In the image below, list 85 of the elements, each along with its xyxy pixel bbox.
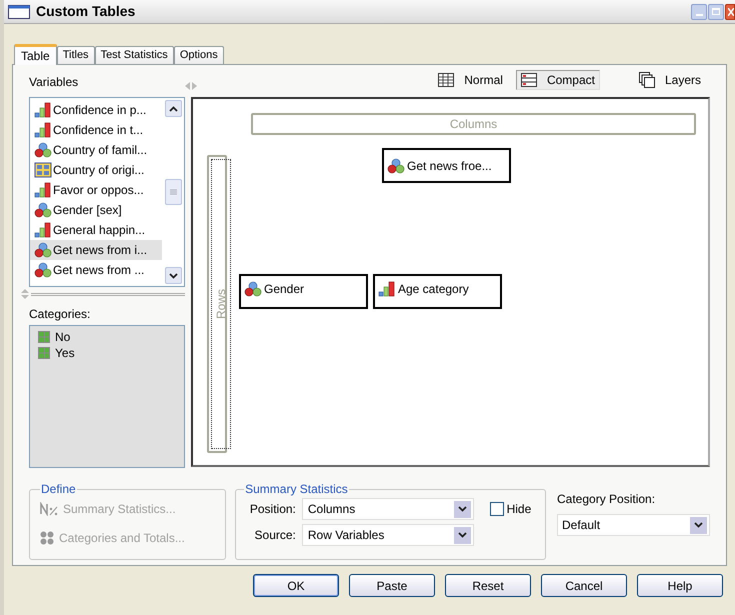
three-balls-icon xyxy=(34,142,52,158)
three-balls-icon xyxy=(34,242,52,258)
scrollbar[interactable] xyxy=(162,98,184,286)
bar-chart-icon xyxy=(34,102,52,118)
variable-item[interactable]: Get news from ... xyxy=(30,260,162,280)
variable-label: Confidence in p... xyxy=(53,102,146,119)
layers-icon xyxy=(638,72,655,88)
tab[interactable]: Titles xyxy=(56,46,95,64)
tab[interactable]: Test Statistics xyxy=(94,46,174,64)
view-option-button[interactable]: Normal xyxy=(433,70,508,90)
compact-table-icon xyxy=(520,73,537,87)
variable-item[interactable]: General happin... xyxy=(30,220,162,240)
close-icon xyxy=(728,8,734,16)
variable-item[interactable]: Country of famil... xyxy=(30,140,162,160)
source-dropdown[interactable]: Row Variables xyxy=(302,524,474,546)
row-variable-box[interactable]: Gender xyxy=(239,274,368,309)
maximize-icon xyxy=(712,8,720,15)
close-button[interactable] xyxy=(725,4,735,20)
variables-label: Variables xyxy=(29,74,78,91)
n-percent-icon xyxy=(40,502,58,516)
three-balls-icon xyxy=(34,202,52,218)
splitter[interactable] xyxy=(21,289,185,299)
variable-label: General happin... xyxy=(53,222,146,239)
row-variable-box[interactable]: Age category xyxy=(373,274,502,309)
scroll-up-button[interactable] xyxy=(164,100,182,117)
dialog-button[interactable]: Reset xyxy=(445,574,531,597)
view-option-button[interactable]: Compact xyxy=(516,70,600,90)
variable-label: Get news from i... xyxy=(53,242,148,259)
variable-label: Age category xyxy=(398,280,469,298)
minimize-icon xyxy=(696,14,702,16)
three-balls-icon xyxy=(387,158,405,174)
three-balls-icon xyxy=(244,280,262,296)
splitter-arrows-icon xyxy=(185,82,197,90)
variable-label: Country of famil... xyxy=(53,142,148,159)
summary-statistics-title: Summary Statistics xyxy=(244,481,349,498)
rows-label: Rows xyxy=(213,288,229,319)
category-position-label: Category Position: xyxy=(557,491,656,508)
variable-item[interactable]: Get news from i... xyxy=(30,240,162,260)
variable-label: Favor or oppos... xyxy=(53,182,144,199)
bar-chart-icon xyxy=(34,182,52,198)
minimize-button[interactable] xyxy=(691,4,707,20)
scroll-down-button[interactable] xyxy=(164,267,182,284)
category-grid-icon xyxy=(38,347,50,359)
hide-label: Hide xyxy=(506,501,532,518)
grip-icon xyxy=(170,189,176,195)
categories-label: Categories: xyxy=(29,306,92,323)
category-grid-icon xyxy=(38,331,50,343)
table-icon xyxy=(438,73,454,87)
column-variable-box[interactable]: Get news froe... xyxy=(382,148,511,183)
scroll-thumb[interactable] xyxy=(164,179,182,205)
tab[interactable]: Options xyxy=(174,46,224,64)
dialog-button[interactable]: Paste xyxy=(349,574,435,597)
dialog-button[interactable]: OK xyxy=(253,574,339,597)
window-title: Custom Tables xyxy=(36,2,136,21)
variable-label: Gender [sex] xyxy=(53,202,122,219)
position-dropdown[interactable]: Columns xyxy=(302,498,474,520)
grid-icon xyxy=(34,162,52,178)
category-position-dropdown[interactable]: Default xyxy=(557,514,710,536)
three-balls-icon xyxy=(34,262,52,278)
variable-label: Get news from ... xyxy=(53,262,144,279)
bar-chart-icon xyxy=(34,222,52,238)
variable-item[interactable]: Favor or oppos... xyxy=(30,180,162,200)
source-label: Source: xyxy=(254,527,296,544)
dialog-button[interactable]: Help xyxy=(637,574,723,597)
four-dots-icon xyxy=(40,531,54,545)
bar-chart-icon xyxy=(378,280,396,296)
variable-label: Confidence in t... xyxy=(53,122,144,139)
category-item: Yes xyxy=(55,345,75,362)
window-icon xyxy=(8,4,30,18)
position-label: Position: xyxy=(248,501,296,518)
variable-item[interactable]: Confidence in t... xyxy=(30,120,162,140)
define-title: Define xyxy=(40,481,77,498)
view-option-button[interactable]: Layers xyxy=(634,70,706,90)
variable-item[interactable]: Confidence in p... xyxy=(30,100,162,120)
category-item: No xyxy=(55,329,70,346)
splitter-arrows-icon xyxy=(21,289,29,299)
variable-label: Country of origi... xyxy=(53,162,144,179)
variable-item[interactable]: Gender [sex] xyxy=(30,200,162,220)
bar-chart-icon xyxy=(34,122,52,138)
hide-checkbox[interactable] xyxy=(490,502,504,516)
variable-item[interactable]: Country of origi... xyxy=(30,160,162,180)
dialog-button[interactable]: Cancel xyxy=(541,574,627,597)
variable-label: Get news froe... xyxy=(407,158,492,174)
variable-label: Gender xyxy=(264,280,304,298)
tab[interactable]: Table xyxy=(14,44,57,65)
